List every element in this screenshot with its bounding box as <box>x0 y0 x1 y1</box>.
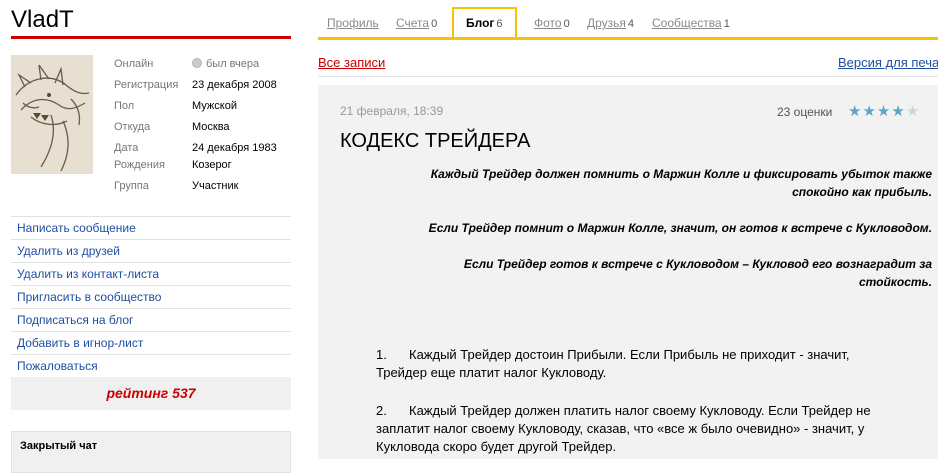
username-underline <box>11 36 291 39</box>
list-item: 2. Каждый Трейдер должен платить налог св… <box>376 403 871 454</box>
profile-actions: Написать сообщение Удалить из друзей Уда… <box>11 216 291 378</box>
star-icon[interactable]: ★ <box>848 103 862 120</box>
star-icon[interactable]: ★ <box>906 103 920 120</box>
send-message-link[interactable]: Написать сообщение <box>11 217 291 240</box>
tab-profile[interactable]: Профиль <box>327 16 381 31</box>
post-title[interactable]: КОДЕКС ТРЕЙДЕРА <box>340 129 530 153</box>
avatar[interactable] <box>11 55 93 174</box>
tab-communities[interactable]: Сообщества 1 <box>652 16 730 31</box>
report-link[interactable]: Пожаловаться <box>11 355 291 378</box>
dragon-sketch-image <box>11 55 93 174</box>
tab-photo[interactable]: Фото 0 <box>534 16 570 31</box>
subscribe-blog-link[interactable]: Подписаться на блог <box>11 309 291 332</box>
star-icon[interactable]: ★ <box>877 103 891 120</box>
tabs-underline <box>318 37 938 40</box>
rating-stars[interactable]: ★★★★★ <box>848 102 920 120</box>
tab-accounts[interactable]: Счета 0 <box>396 16 437 31</box>
star-icon[interactable]: ★ <box>891 103 905 120</box>
blog-post: 21 февраля, 18:39 23 оценки ★★★★★ КОДЕКС… <box>318 85 938 459</box>
remove-contact-link[interactable]: Удалить из контакт-листа <box>11 263 291 286</box>
add-ignore-link[interactable]: Добавить в игнор-лист <box>11 332 291 355</box>
private-chat-panel: Закрытый чат <box>11 431 291 473</box>
post-quote: Каждый Трейдер должен помнить о Маржин К… <box>430 167 932 199</box>
profile-tabs: Профиль Счета 0 Блог 6 Фото 0 Друзья 4 Сообщ… <box>318 7 938 37</box>
tab-blog[interactable]: Блог 6 <box>452 7 517 37</box>
private-chat-title[interactable]: Закрытый чат <box>12 432 290 460</box>
print-version-link[interactable]: Версия для печа <box>838 55 938 70</box>
all-posts-link[interactable]: Все записи <box>318 55 385 70</box>
remove-friend-link[interactable]: Удалить из друзей <box>11 240 291 263</box>
star-icon[interactable]: ★ <box>862 103 876 120</box>
offline-status-icon <box>192 58 202 68</box>
rating-badge: рейтинг 537 <box>11 377 291 410</box>
divider <box>318 76 938 77</box>
list-item: 1. Каждый Трейдер достоин Прибыли. Если П… <box>376 347 850 380</box>
profile-username: VladT <box>11 6 74 33</box>
post-date: 21 февраля, 18:39 <box>340 104 444 118</box>
tab-friends[interactable]: Друзья 4 <box>587 16 634 31</box>
post-quote: Если Трейдер готов к встрече с Кукловодо… <box>463 257 932 289</box>
invite-community-link[interactable]: Пригласить в сообщество <box>11 286 291 309</box>
post-ratings-count: 23 оценки <box>777 105 833 119</box>
post-quote: Если Трейдер помнит о Маржин Колле, знач… <box>428 221 932 235</box>
